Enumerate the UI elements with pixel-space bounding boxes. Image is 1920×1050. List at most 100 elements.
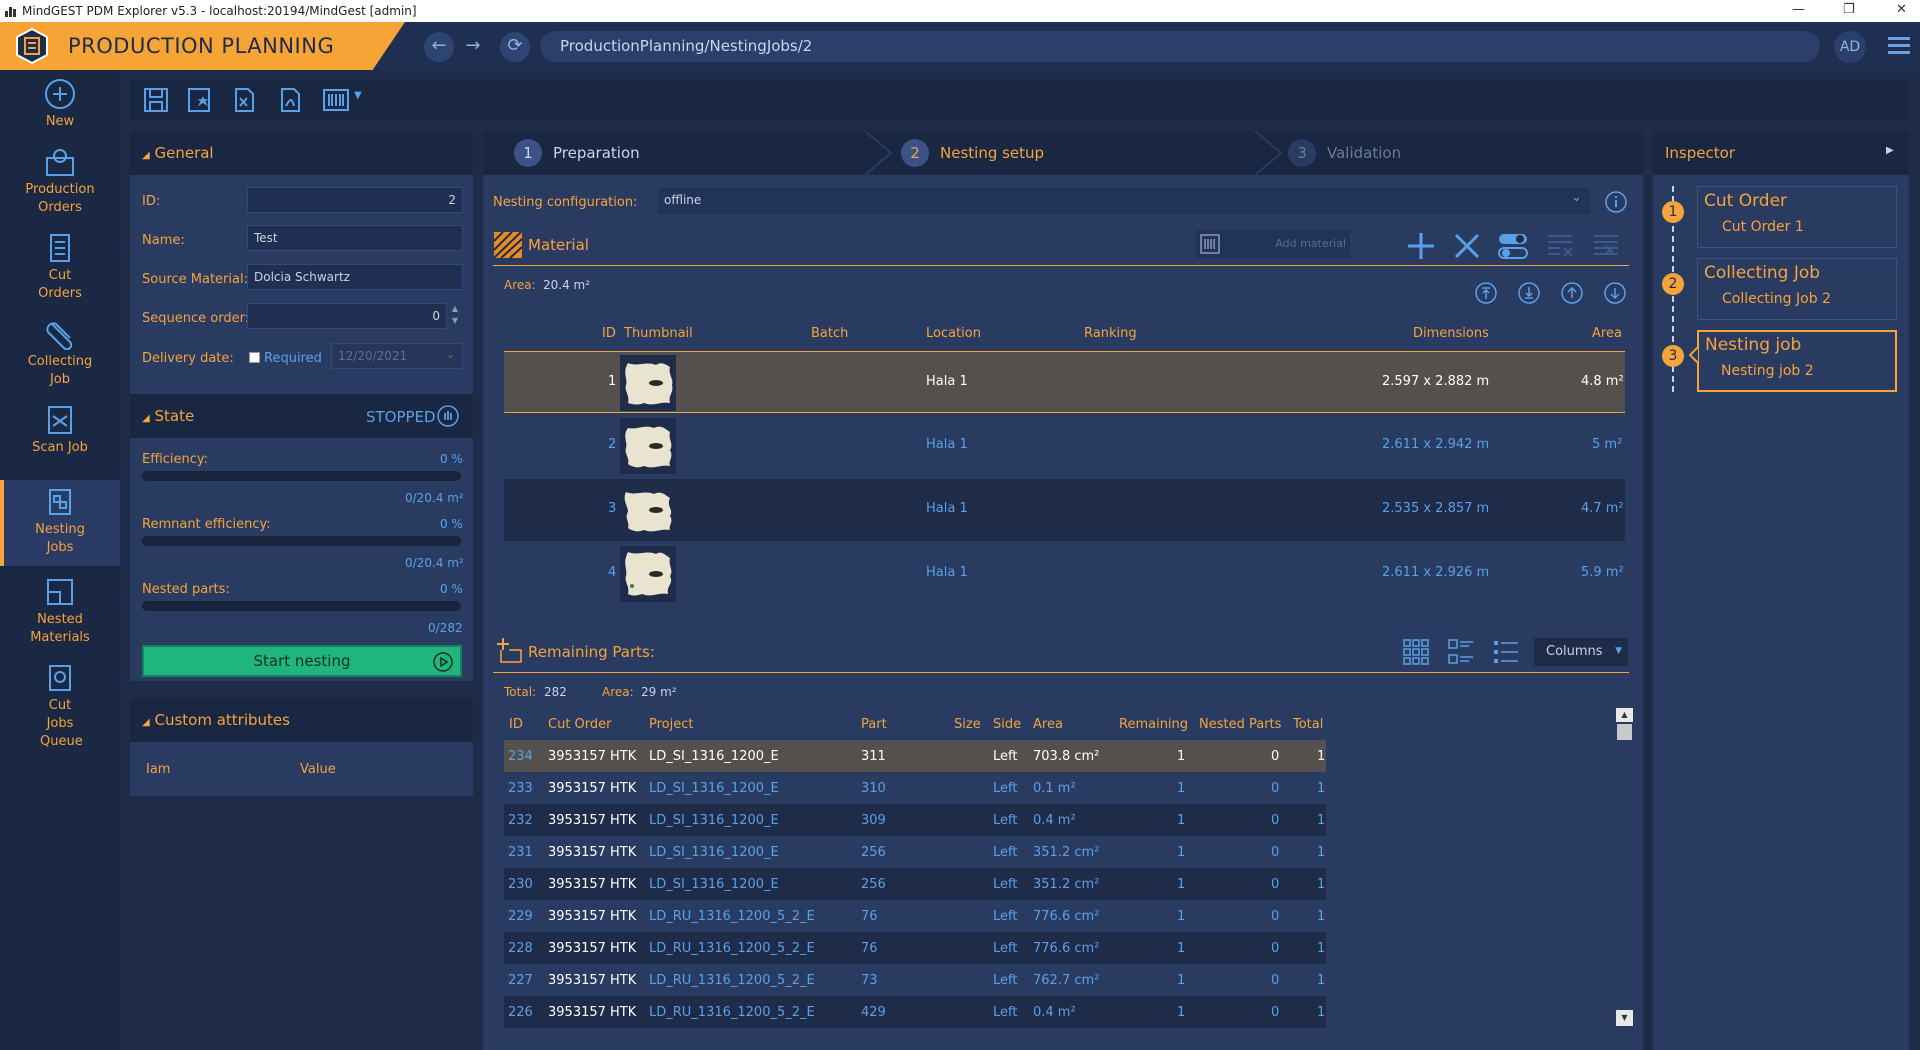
move-bottom-icon[interactable]	[1518, 282, 1540, 304]
part-number: 309	[861, 813, 886, 828]
nesting-config-select[interactable]: offline	[658, 188, 1590, 214]
table-row[interactable]: 229 3953157 HTK LD_RU_1316_1200_5_2_E 76…	[504, 900, 1326, 932]
remove-selection-icon[interactable]	[1546, 232, 1574, 260]
table-row[interactable]: 231 3953157 HTK LD_SI_1316_1200_E 256 Le…	[504, 836, 1326, 868]
part-number: 76	[861, 941, 878, 956]
close-window-button[interactable]: ✕	[1896, 2, 1907, 17]
forward-button[interactable]: →	[458, 32, 488, 62]
clip-icon	[46, 322, 73, 350]
sidebar-item-nesting-jobs[interactable]: Nesting Jobs	[0, 480, 120, 566]
material-row[interactable]: 3 Hala 1 2.535 x 2.857 m 4.7 m²	[504, 479, 1625, 541]
parts-col-total[interactable]: Total	[1293, 717, 1323, 732]
export-pdf-icon[interactable]	[276, 86, 304, 114]
move-up-icon[interactable]	[1561, 282, 1583, 304]
parts-col-area[interactable]: Area	[1033, 717, 1063, 732]
part-id: 232	[508, 813, 533, 828]
parts-col-id[interactable]: ID	[509, 717, 523, 732]
start-nesting-button[interactable]: Start nesting	[142, 645, 462, 677]
material-col-thumbnail[interactable]: Thumbnail	[624, 326, 693, 341]
date-chevron-icon[interactable]: ⌄	[446, 348, 455, 361]
chevron-down-icon[interactable]: ⌄	[1571, 190, 1582, 205]
sidebar-item-label: Nesting Jobs	[35, 522, 85, 555]
scrollbar-thumb[interactable]	[1617, 724, 1632, 740]
parts-col-project[interactable]: Project	[649, 717, 693, 732]
move-down-icon[interactable]	[1604, 282, 1626, 304]
barcode-icon[interactable]	[322, 86, 350, 114]
refresh-button[interactable]: ⟳	[500, 32, 530, 62]
parts-col-cut-order[interactable]: Cut Order	[548, 717, 612, 732]
remove-icon[interactable]	[1453, 232, 1481, 260]
table-row[interactable]: 230 3953157 HTK LD_SI_1316_1200_E 256 Le…	[504, 868, 1326, 900]
part-nested: 0	[1271, 909, 1280, 924]
export-excel-icon[interactable]	[230, 86, 258, 114]
name-field[interactable]: Test	[247, 225, 463, 251]
parts-col-nested-parts[interactable]: Nested Parts	[1199, 717, 1281, 732]
collapse-inspector-icon[interactable]: ▶	[1886, 145, 1894, 156]
part-total: 1	[1317, 909, 1326, 924]
table-row[interactable]: 228 3953157 HTK LD_RU_1316_1200_5_2_E 76…	[504, 932, 1326, 964]
material-col-area[interactable]: Area	[1592, 326, 1622, 341]
inspector-item-collecting-job[interactable]: Collecting Job Collecting Job 2	[1697, 258, 1897, 320]
clear-list-icon[interactable]	[1592, 232, 1620, 260]
inspector-item-nesting-job[interactable]: Nesting job Nesting job 2	[1697, 330, 1897, 392]
add-icon[interactable]	[1406, 231, 1436, 261]
material-row[interactable]: 2 Hala 1 2.611 x 2.942 m 5 m²	[504, 415, 1625, 477]
inspector-item-cut-order[interactable]: Cut Order Cut Order 1	[1697, 186, 1897, 248]
table-row[interactable]: 226 3953157 HTK LD_RU_1316_1200_5_2_E 42…	[504, 996, 1326, 1028]
parts-col-part[interactable]: Part	[861, 717, 887, 732]
minimize-button[interactable]: —	[1792, 2, 1805, 17]
part-cut-order: 3953157 HTK	[548, 813, 637, 828]
list-view-icon[interactable]	[1492, 638, 1520, 666]
material-col-dimensions[interactable]: Dimensions	[1413, 326, 1489, 341]
table-row[interactable]: 233 3953157 HTK LD_SI_1316_1200_E 310 Le…	[504, 772, 1326, 804]
columns-dropdown[interactable]: Columns ▼	[1534, 638, 1628, 666]
sidebar-item-cut-orders[interactable]: Cut Orders	[0, 226, 120, 310]
part-remaining: 1	[1177, 813, 1186, 828]
required-checkbox[interactable]	[249, 352, 260, 363]
custom-attributes-header[interactable]: ◢ Custom attributes	[130, 698, 473, 742]
scroll-down-button[interactable]: ▼	[1616, 1010, 1633, 1026]
hamburger-menu-icon[interactable]	[1888, 34, 1910, 56]
back-button[interactable]: ←	[424, 32, 454, 62]
step-number: 3	[1288, 139, 1316, 167]
sidebar-item-production-orders[interactable]: Production Orders	[0, 140, 120, 224]
delivery-date-field[interactable]: 12/20/2021	[331, 343, 463, 369]
sequence-stepper[interactable]: ▲ ▼	[448, 303, 462, 329]
table-row[interactable]: 232 3953157 HTK LD_SI_1316_1200_E 309 Le…	[504, 804, 1326, 836]
parts-col-remaining[interactable]: Remaining	[1119, 717, 1188, 732]
parts-col-side[interactable]: Side	[993, 717, 1021, 732]
save-icon[interactable]	[142, 86, 170, 114]
sidebar-item-scan-job[interactable]: Scan Job	[0, 398, 120, 482]
material-col-ranking[interactable]: Ranking	[1084, 326, 1137, 341]
avatar[interactable]: AD	[1834, 31, 1866, 63]
scroll-up-button[interactable]: ▲	[1616, 708, 1633, 722]
table-row[interactable]: 227 3953157 HTK LD_RU_1316_1200_5_2_E 73…	[504, 964, 1326, 996]
save-as-template-icon[interactable]	[186, 86, 214, 114]
parts-col-size[interactable]: Size	[954, 717, 981, 732]
sequence-order-field[interactable]: 0	[247, 303, 447, 329]
add-material-input[interactable]: Add material	[1196, 230, 1350, 258]
material-col-location[interactable]: Location	[926, 326, 981, 341]
grid-view-icon[interactable]	[1402, 638, 1430, 666]
part-remaining: 1	[1177, 1005, 1186, 1020]
tile-view-icon[interactable]	[1447, 638, 1475, 666]
material-row[interactable]: 1 Hala 1 2.597 x 2.882 m 4.8 m²	[504, 351, 1625, 413]
general-header[interactable]: ◢ General	[130, 131, 473, 175]
sidebar-item-nested-materials[interactable]: Nested Materials	[0, 570, 120, 654]
material-col-id[interactable]: ID	[602, 326, 616, 341]
part-number: 310	[861, 781, 886, 796]
sidebar-item-collecting-job[interactable]: Collecting Job	[0, 312, 120, 396]
restore-button[interactable]: ❐	[1843, 2, 1855, 17]
address-bar[interactable]: ProductionPlanning/NestingJobs/2	[540, 31, 1820, 62]
table-row[interactable]: 234 3953157 HTK LD_SI_1316_1200_E 311 Le…	[504, 740, 1326, 772]
info-icon[interactable]	[1604, 190, 1628, 214]
part-id: 234	[508, 749, 533, 764]
material-row[interactable]: 4 Hala 1 2.611 x 2.926 m 5.9 m²	[504, 543, 1625, 605]
sidebar-item-cut-jobs-queue[interactable]: Cut Jobs Queue	[0, 656, 120, 756]
material-col-batch[interactable]: Batch	[811, 326, 848, 341]
barcode-dropdown-chevron-icon[interactable]: ▼	[354, 90, 362, 101]
toggle-icon[interactable]	[1498, 232, 1528, 260]
parts-scrollbar[interactable]: ▲ ▼	[1616, 708, 1633, 1028]
source-material-field[interactable]: Dolcia Schwartz	[247, 264, 463, 290]
move-top-icon[interactable]	[1475, 282, 1497, 304]
